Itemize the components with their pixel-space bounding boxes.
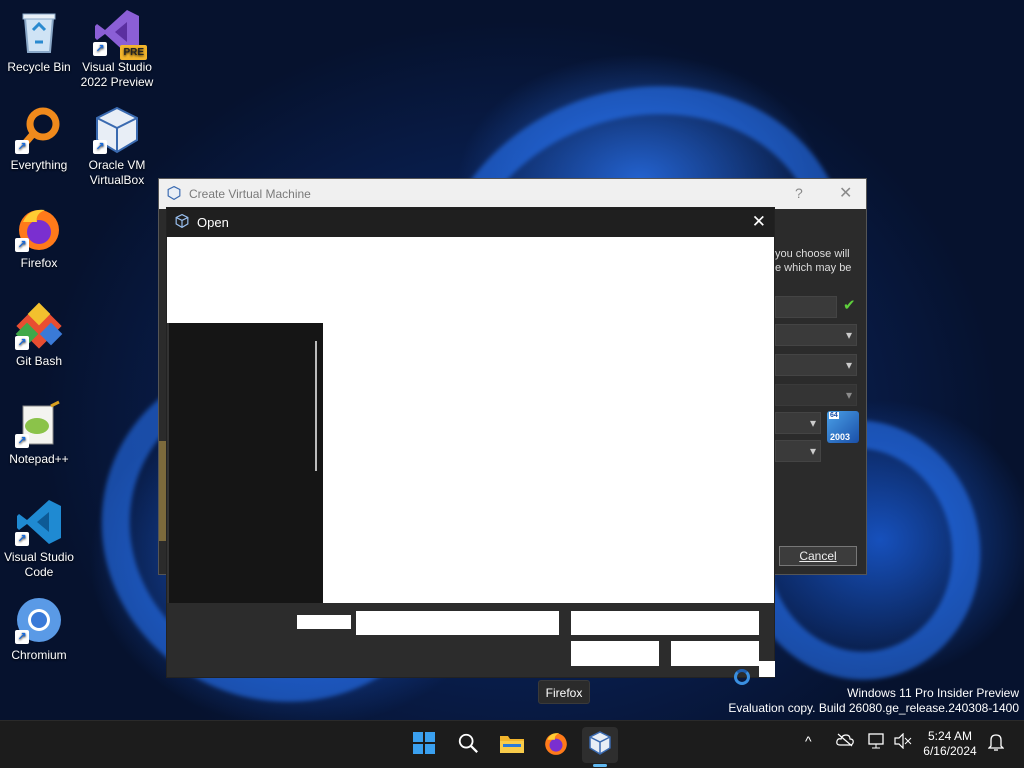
desktop-icon-label: Everything [10,158,68,172]
watermark-line: Evaluation copy. Build 26080.ge_release.… [728,701,1019,715]
notepad-plus-plus-icon: ↗ [15,400,63,448]
open-button[interactable] [571,641,659,666]
taskbar-tooltip: Firefox [538,680,590,704]
os-version-select[interactable] [775,440,821,462]
notification-bell-icon[interactable] [987,733,1005,754]
watermark-line: Windows 11 Pro Insider Preview [847,686,1019,700]
wizard-description-line: you choose will [775,248,850,260]
shortcut-arrow-icon: ↗ [15,140,29,154]
file-name-input[interactable] [356,611,559,635]
iso-image-select[interactable] [775,354,857,376]
chromium-icon: ↗ [15,596,63,644]
desktop-icon-git-bash[interactable]: ↗ Git Bash [0,302,78,369]
wizard-description: you choose will e which may be [775,247,865,275]
open-dialog-title: Open [197,215,229,230]
folder-icon [499,732,525,759]
cancel-button[interactable]: Cancel [779,546,857,566]
shortcut-arrow-icon: ↗ [15,630,29,644]
virtualbox-icon [588,730,612,760]
create-vm-titlebar: Create Virtual Machine ? ✕ [159,179,866,209]
navigation-pane[interactable] [169,323,323,603]
close-icon[interactable]: ✕ [839,183,852,203]
taskbar: ^ 5:24 AM 6/16/2024 [0,720,1024,768]
file-name-label [297,615,351,629]
open-dialog-titlebar: Open ✕ [167,208,774,237]
help-button[interactable]: ? [795,185,803,201]
system-clock[interactable]: 5:24 AM 6/16/2024 [920,729,980,759]
shortcut-arrow-icon: ↗ [93,140,107,154]
vm-name-field[interactable] [775,296,837,318]
desktop-icon-label: Oracle VM VirtualBox [88,158,146,187]
show-hidden-icons-chevron-icon[interactable]: ^ [805,733,812,749]
start-button[interactable] [406,727,442,763]
desktop-icon-everything[interactable]: ↗ Everything [0,106,78,173]
search-icon [457,732,479,759]
search-button[interactable] [450,727,486,763]
file-list[interactable] [323,323,774,603]
firefox-icon [543,730,569,761]
os-badge-bits: 64 [829,412,839,419]
vscode-icon: ↗ [15,498,63,546]
virtualbox-taskbar-button[interactable] [582,727,618,763]
address-toolbar-area [167,237,774,323]
desktop-icon-label: Visual Studio Code [4,550,74,579]
navigation-scrollbar[interactable] [315,341,317,471]
valid-check-icon: ✔ [843,297,856,314]
evaluation-watermark: Windows 11 Pro Insider Preview Evaluatio… [728,686,1019,716]
preview-badge: PRE [120,45,147,60]
virtualbox-icon [175,213,189,231]
desktop-icon-label: Visual Studio 2022 Preview [80,60,154,89]
resize-grip[interactable] [759,661,775,677]
clock-time: 5:24 AM [927,729,973,743]
folder-select[interactable] [775,324,857,346]
close-icon[interactable]: ✕ [752,212,766,232]
desktop-icon-label: Firefox [20,256,58,270]
desktop-icon-label: Chromium [11,648,67,662]
desktop-icon-firefox[interactable]: ↗ Firefox [0,204,78,271]
desktop-icon-vscode[interactable]: ↗ Visual Studio Code [0,498,78,580]
dialog-footer [167,603,775,677]
os-type-select[interactable] [775,412,821,434]
desktop-icon-notepad-plus-plus[interactable]: ↗ Notepad++ [0,400,78,467]
shortcut-arrow-icon: ↗ [15,434,29,448]
shortcut-arrow-icon: ↗ [93,42,107,56]
everything-search-icon: ↗ [15,106,63,154]
wizard-description-line: e which may be [775,262,852,274]
firefox-icon: ↗ [15,204,63,252]
desktop-icon-label: Notepad++ [9,452,69,466]
clock-date: 6/16/2024 [923,744,977,758]
os-badge-year: 2003 [830,432,851,442]
cloud-offline-icon[interactable] [836,733,854,750]
edition-select[interactable] [775,384,857,406]
volume-muted-icon[interactable] [894,732,912,752]
firefox-taskbar-button[interactable] [538,727,574,763]
create-vm-title: Create Virtual Machine [189,187,311,201]
desktop-icon-recycle-bin[interactable]: Recycle Bin [0,8,78,75]
virtualbox-icon [167,185,181,203]
virtualbox-icon: ↗ [93,106,141,154]
desktop-icon-virtualbox[interactable]: ↗ Oracle VM VirtualBox [78,106,156,188]
loading-spinner-icon [734,669,750,685]
desktop-icon-chromium[interactable]: ↗ Chromium [0,596,78,663]
file-explorer-button[interactable] [494,727,530,763]
recycle-bin-icon [15,8,63,56]
desktop-icon-visual-studio[interactable]: PRE ↗ Visual Studio 2022 Preview [78,8,156,90]
cancel-button[interactable] [671,641,759,666]
shortcut-arrow-icon: ↗ [15,238,29,252]
open-file-dialog: Open ✕ [166,207,775,678]
git-bash-icon: ↗ [15,302,63,350]
visual-studio-icon: PRE ↗ [93,8,147,60]
shortcut-arrow-icon: ↗ [15,336,29,350]
windows-logo-icon [412,731,436,760]
desktop-icon-label: Recycle Bin [7,60,71,74]
shortcut-arrow-icon: ↗ [15,532,29,546]
desktop-icon-label: Git Bash [15,354,63,368]
file-type-select[interactable] [571,611,759,635]
os-windows-2003-icon: 64 2003 [827,411,859,443]
active-app-indicator [593,764,607,767]
network-icon[interactable] [868,733,886,752]
